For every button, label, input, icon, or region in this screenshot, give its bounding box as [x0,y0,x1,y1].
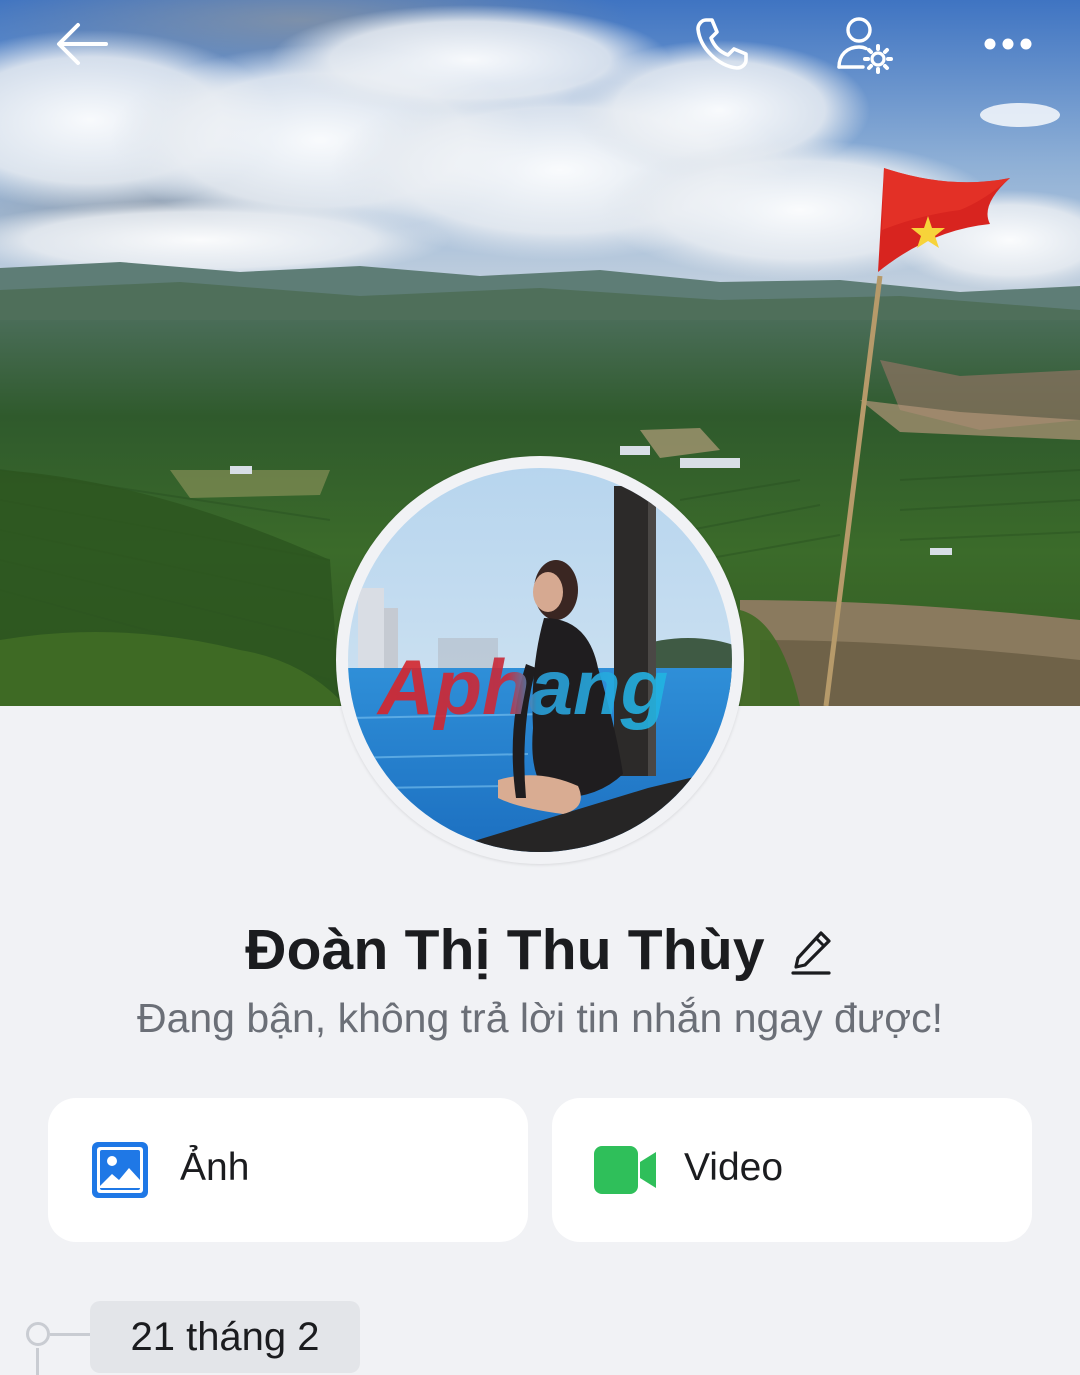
timeline-dot [26,1322,50,1346]
timeline-line [36,1348,39,1375]
avatar[interactable]: Aphang [336,456,744,864]
image-icon [92,1142,148,1198]
more-button[interactable] [968,4,1048,84]
profile-screen: Aphang Đoàn Thị Thu Thùy Đang bận, không… [0,0,1080,1375]
videos-label: Video [684,1146,784,1189]
profile-name: Đoàn Thị Thu Thùy [245,918,765,982]
avatar-watermark: Aphang [376,643,668,731]
user-settings-icon [837,17,893,74]
phone-icon [696,18,748,70]
avatar-image: Aphang [348,468,732,852]
name-row: Đoàn Thị Thu Thùy [0,910,1080,990]
timeline-date: 21 tháng 2 [130,1314,320,1359]
timeline-connector [50,1333,92,1336]
avatar-photo: Aphang [348,468,732,852]
edit-pencil-icon[interactable] [791,927,835,977]
photos-label: Ảnh [180,1146,250,1189]
call-button[interactable] [682,4,762,84]
arrow-left-icon [57,23,108,65]
more-horizontal-icon [984,38,1032,50]
back-button[interactable] [42,4,122,84]
profile-settings-button[interactable] [824,4,904,84]
timeline-date-badge: 21 tháng 2 [90,1301,360,1373]
profile-status: Đang bận, không trả lời tin nhắn ngay đư… [136,995,944,1041]
photos-card[interactable]: Ảnh [48,1098,528,1242]
video-camera-icon [594,1146,656,1194]
videos-card[interactable]: Video [552,1098,1032,1242]
